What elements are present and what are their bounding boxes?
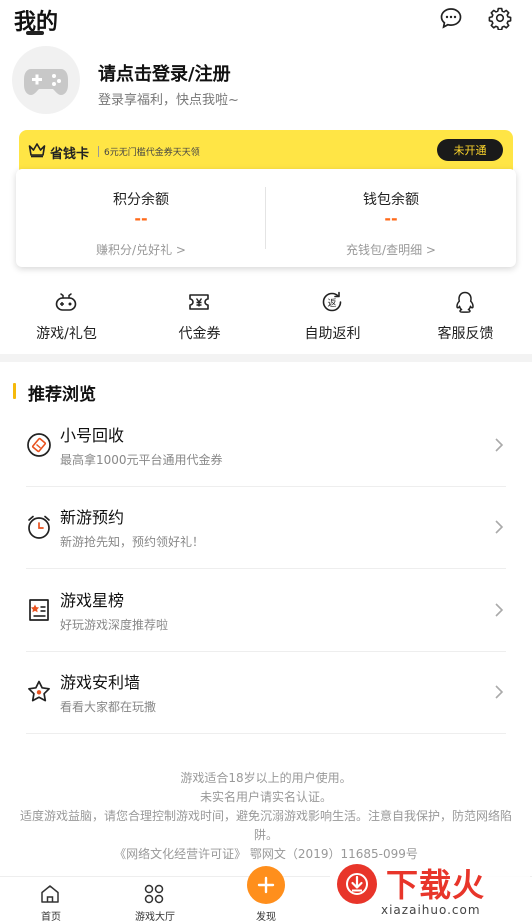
- chevron-right-icon: [493, 519, 505, 535]
- quick-service-feedback[interactable]: 客服反馈: [399, 288, 532, 348]
- quick-label: 代金券: [178, 326, 221, 342]
- crown-icon: [28, 142, 46, 158]
- gear-icon[interactable]: [488, 6, 512, 30]
- discover-plus-button[interactable]: [247, 866, 285, 904]
- home-icon: [39, 883, 61, 905]
- avatar[interactable]: [12, 46, 80, 114]
- gamepad-icon: [54, 290, 78, 314]
- recommend-item-title: 游戏星榜: [60, 591, 125, 610]
- wallet-value: --: [384, 209, 398, 228]
- quick-voucher[interactable]: 代金券: [133, 288, 266, 348]
- wallet-label: 钱包余额: [363, 192, 419, 208]
- watermark-text: 下载火: [386, 866, 486, 904]
- recycle-icon: [26, 432, 52, 458]
- recommend-item-title: 游戏安利墙: [60, 673, 141, 692]
- recommend-item-game-star-list[interactable]: 游戏星榜 好玩游戏深度推荐啦: [0, 570, 532, 652]
- balance-divider: [265, 187, 266, 249]
- chevron-right-icon: [493, 602, 505, 618]
- tab-home[interactable]: 首页: [6, 877, 96, 923]
- row-divider: [26, 733, 506, 734]
- points-label: 积分余额: [113, 192, 169, 208]
- section-divider: [0, 354, 532, 362]
- balance-card: 积分余额 -- 赚积分/兑好礼 > 钱包余额 -- 充钱包/查明细 >: [16, 169, 516, 267]
- recommend-item-subtitle: 新游抢先知，预约领好礼！: [60, 535, 205, 549]
- recommend-item-subtitle: 好玩游戏深度推荐啦: [60, 618, 169, 632]
- plus-icon: [257, 876, 275, 894]
- row-divider: [26, 568, 506, 569]
- star-badge-icon: [26, 679, 52, 705]
- recommend-item-account-recycle[interactable]: 小号回收 最高拿1000元平台通用代金券: [0, 405, 532, 487]
- saver-card-divider: [98, 146, 99, 157]
- quick-label: 游戏/礼包: [36, 326, 97, 342]
- quick-label: 客服反馈: [437, 326, 494, 342]
- quick-games-gifts[interactable]: 游戏/礼包: [0, 288, 133, 348]
- login-subtitle[interactable]: 登录享福利，快点我啦~: [98, 89, 239, 108]
- title-underline: [26, 31, 44, 35]
- realname-notice: 未实名用户请实名认证。: [199, 790, 332, 804]
- quick-label: 自助返利: [304, 326, 361, 342]
- recommend-item-game-wall[interactable]: 游戏安利墙 看看大家都在玩撒: [0, 652, 532, 734]
- recommend-title: 推荐浏览: [28, 385, 96, 405]
- chevron-right-icon: [493, 684, 505, 700]
- voucher-icon: [187, 290, 211, 314]
- login-title[interactable]: 请点击登录/注册: [98, 60, 231, 86]
- recommend-item-title: 小号回收: [60, 426, 125, 445]
- watermark-url: xiazaihuo.com: [381, 903, 481, 917]
- saver-card-title: 省钱卡: [50, 147, 90, 162]
- saver-card-desc: 6元无门槛代金券天天领: [104, 148, 200, 158]
- recommend-item-title: 新游预约: [60, 508, 125, 527]
- activate-button[interactable]: 未开通: [437, 139, 503, 161]
- tab-game-hall[interactable]: 游戏大厅: [110, 877, 200, 923]
- points-link[interactable]: 赚积分/兑好礼 >: [16, 241, 266, 258]
- points-value: --: [134, 209, 148, 228]
- rebate-icon: 返: [320, 290, 344, 314]
- star-list-icon: [26, 597, 52, 623]
- section-accent-bar: [13, 383, 16, 399]
- chevron-right-icon: [493, 437, 505, 453]
- message-icon[interactable]: [439, 6, 463, 30]
- quick-rebate[interactable]: 返 自助返利: [266, 288, 399, 348]
- qq-icon: [453, 290, 477, 314]
- age-notice: 游戏适合18岁以上的用户使用。: [180, 771, 352, 785]
- recommend-item-subtitle: 最高拿1000元平台通用代金券: [60, 453, 223, 467]
- grid-icon: [143, 883, 165, 905]
- watermark-logo-icon: [337, 864, 377, 904]
- svg-text:返: 返: [327, 297, 336, 309]
- recommend-item-subtitle: 看看大家都在玩撒: [60, 700, 157, 714]
- recommend-item-new-game-reserve[interactable]: 新游预约 新游抢先知，预约领好礼！: [0, 487, 532, 569]
- alarm-clock-icon: [26, 514, 52, 540]
- wallet-link[interactable]: 充钱包/查明细 >: [266, 241, 516, 258]
- health-notice: 适度游戏益脑，请您合理控制游戏时间，避免沉溺游戏影响生活。注意自我保护，防范网络…: [19, 809, 512, 842]
- gamepad-avatar-icon: [24, 69, 68, 95]
